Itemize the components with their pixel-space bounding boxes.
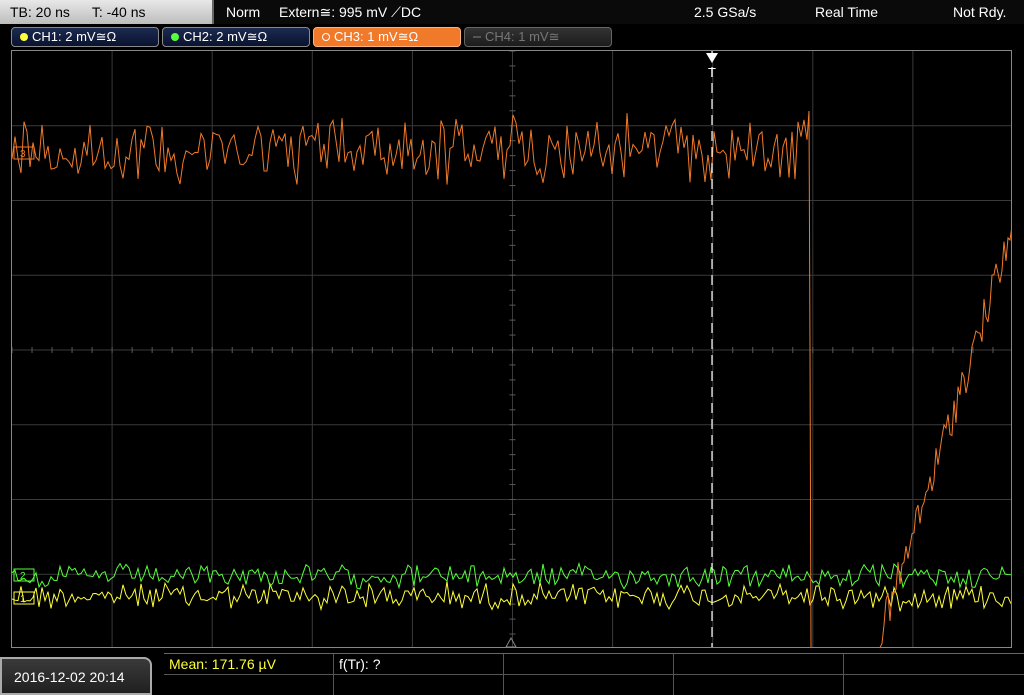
acquisition-state: Not Rdy. [953, 4, 1007, 20]
measurement-slot-3[interactable] [504, 654, 674, 675]
measurement-slot-6[interactable] [164, 675, 334, 695]
channel-3-marker-label: 3 [20, 149, 26, 160]
channel-1-trace [12, 581, 1011, 612]
channel-2-marker-label: 2 [20, 571, 26, 582]
channel-2-tab[interactable]: CH2: 2 mV≅Ω [162, 27, 310, 47]
trigger-position-label: T: -40 ns [91, 4, 146, 20]
trigger-mode[interactable]: Norm [226, 0, 260, 24]
channel-4-tab[interactable]: CH4: 1 mV≅ [464, 27, 612, 47]
frequency-measurement[interactable]: f(Tr): ? [334, 654, 504, 675]
measurement-slot-7[interactable] [334, 675, 504, 695]
measurement-table: Mean: 171.76 µV f(Tr): ? [164, 653, 1024, 695]
trigger-source[interactable]: Extern≅: 995 mV ⟋DC [279, 0, 421, 24]
timebase-label: TB: 20 ns [10, 4, 70, 20]
waveform-display[interactable]: T 3 2 1 [11, 50, 1012, 648]
channel-1-indicator-icon [20, 33, 28, 41]
channel-tabs: CH1: 2 mV≅Ω CH2: 2 mV≅Ω CH3: 1 mV≅Ω CH4:… [0, 24, 1024, 50]
measurement-slot-10[interactable] [844, 675, 1024, 695]
graticule [12, 51, 1011, 647]
horizontal-position-icon [505, 636, 517, 647]
channel-4-label: CH4: 1 mV≅ [485, 29, 560, 44]
channel-2-label: CH2: 2 mV≅Ω [183, 29, 268, 44]
sample-rate: 2.5 GSa/s [694, 4, 757, 20]
waveform-canvas: T 3 2 1 [12, 51, 1011, 647]
channel-2-indicator-icon [171, 33, 179, 41]
channel-1-marker-label: 1 [20, 594, 26, 605]
channel-3-tab[interactable]: CH3: 1 mV≅Ω [313, 27, 461, 47]
measurement-slot-9[interactable] [674, 675, 844, 695]
channel-2-trace [12, 561, 1011, 590]
measurement-slot-8[interactable] [504, 675, 674, 695]
acquisition-mode[interactable]: Real Time [815, 0, 878, 24]
channel-3-rising-trace [879, 229, 1011, 647]
channel-3-trace [12, 110, 812, 647]
timebase-box[interactable]: TB: 20 ns T: -40 ns [0, 0, 214, 24]
status-bar: TB: 20 ns T: -40 ns Norm Extern≅: 995 mV… [0, 0, 1024, 24]
channel-1-tab[interactable]: CH1: 2 mV≅Ω [11, 27, 159, 47]
trigger-arrow-icon[interactable] [706, 53, 718, 63]
channel-3-indicator-icon [322, 33, 330, 41]
channel-3-label: CH3: 1 mV≅Ω [334, 29, 419, 44]
date-time: 2016-12-02 20:14 [0, 657, 152, 695]
mean-measurement[interactable]: Mean: 171.76 µV [164, 654, 334, 675]
measurement-slot-5[interactable] [844, 654, 1024, 675]
measurement-slot-4[interactable] [674, 654, 844, 675]
measurement-bar: 2016-12-02 20:14 Mean: 171.76 µV f(Tr): … [0, 653, 1024, 695]
channel-1-label: CH1: 2 mV≅Ω [32, 29, 117, 44]
channel-1-ground-marker[interactable]: 1 [13, 591, 35, 605]
trigger-marker-label: T [708, 65, 716, 80]
channel-4-indicator-icon [473, 36, 481, 38]
